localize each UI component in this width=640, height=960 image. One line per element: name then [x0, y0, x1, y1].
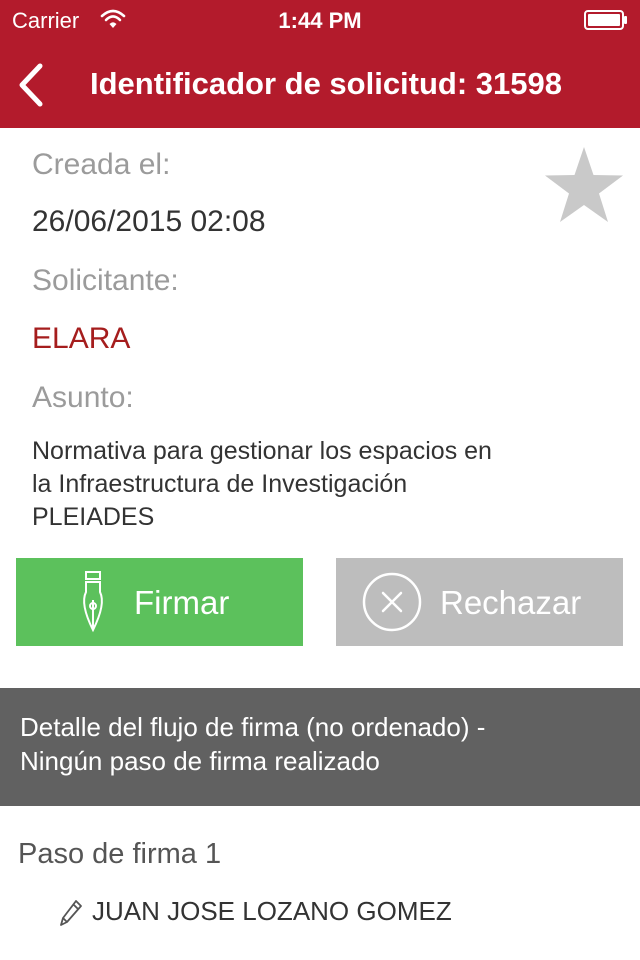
star-icon[interactable] [543, 145, 625, 227]
applicant-label: Solicitante: [32, 264, 179, 297]
reject-button[interactable]: Rechazar [336, 558, 623, 646]
reject-button-label: Rechazar [440, 584, 582, 621]
status-time: 1:44 PM [278, 8, 362, 33]
applicant-value: ELARA [32, 322, 131, 355]
fountain-pen-icon [83, 571, 103, 633]
subject-label: Asunto: [32, 381, 134, 414]
subject-line: Normativa para gestionar los espacios en [32, 437, 492, 465]
created-label: Creada el: [32, 148, 171, 181]
signature-step-title: Paso de firma 1 [18, 838, 222, 870]
subject-text: Normativa para gestionar los espacios en… [32, 435, 602, 534]
signer-name: JUAN JOSE LOZANO GOMEZ [92, 896, 452, 926]
subject-line: la Infraestructura de Investigación [32, 470, 408, 498]
flow-header-line: Detalle del flujo de firma (no ordenado)… [20, 712, 486, 742]
signature-flow-header: Detalle del flujo de firma (no ordenado)… [0, 688, 640, 806]
chevron-left-icon[interactable] [12, 60, 48, 110]
subject-line: PLEIADES [32, 503, 155, 531]
circle-x-icon [362, 572, 422, 632]
signature-flow-header-text: Detalle del flujo de firma (no ordenado)… [20, 710, 620, 778]
page-title: Identificador de solicitud: 31598 [90, 66, 563, 101]
navigation-bar: Identificador de solicitud: 31598 [0, 40, 640, 128]
sign-button-label: Firmar [134, 584, 230, 621]
status-bar: Carrier 1:44 PM [0, 0, 640, 40]
battery-icon [584, 10, 627, 30]
sign-button[interactable]: Firmar [16, 558, 303, 646]
flow-header-line: Ningún paso de firma realizado [20, 746, 380, 776]
created-value: 26/06/2015 02:08 [32, 205, 266, 238]
pen-icon [60, 900, 82, 926]
